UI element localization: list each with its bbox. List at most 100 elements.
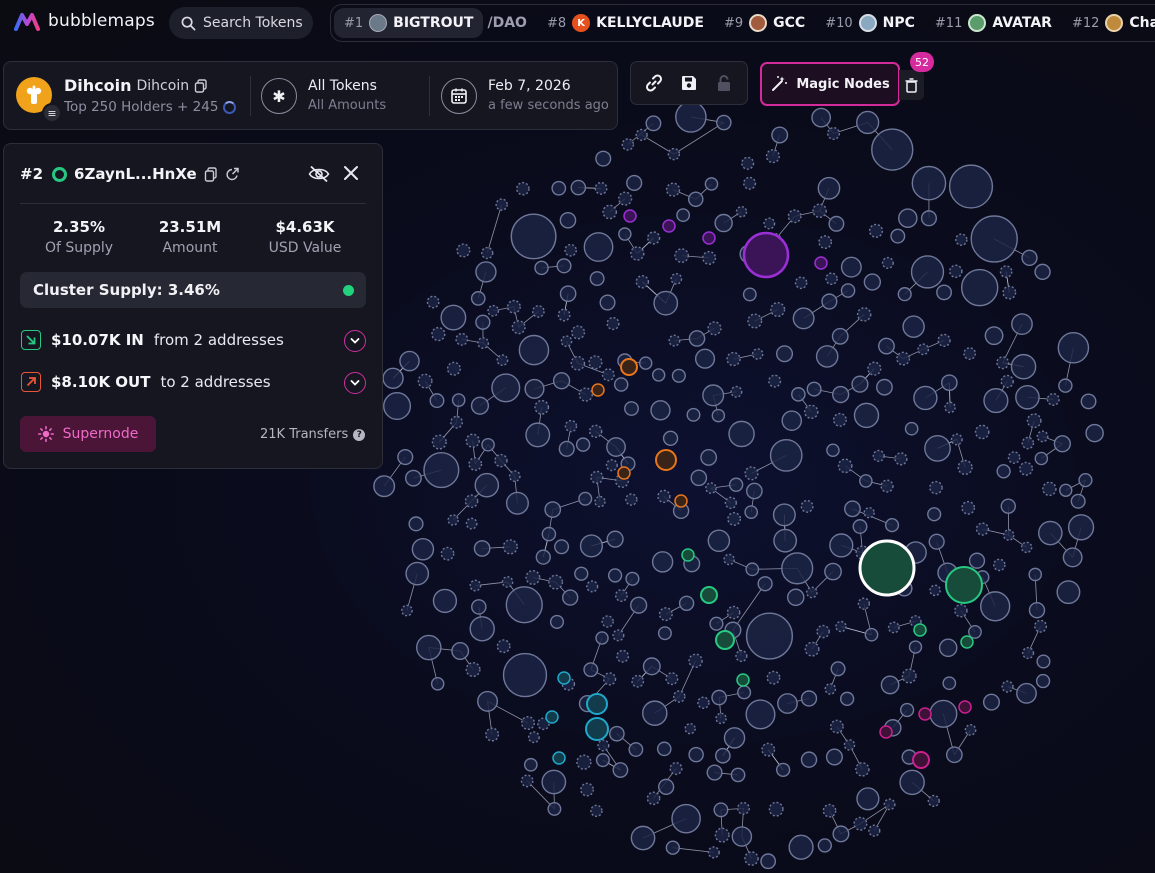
holder-bubble[interactable] bbox=[872, 449, 885, 463]
holder-bubble[interactable] bbox=[557, 308, 571, 322]
holder-bubble[interactable] bbox=[970, 215, 1018, 263]
holder-bubble[interactable] bbox=[728, 477, 744, 492]
holder-bubble[interactable] bbox=[426, 295, 440, 309]
holder-bubble[interactable] bbox=[1046, 392, 1060, 406]
cluster-supply-row[interactable]: Cluster Supply: 3.46% bbox=[20, 272, 366, 308]
holder-bubble[interactable] bbox=[948, 164, 994, 209]
holder-bubble[interactable] bbox=[726, 605, 741, 620]
holder-bubble[interactable] bbox=[411, 537, 435, 561]
holder-bubble[interactable] bbox=[383, 391, 412, 421]
cluster-bubble[interactable] bbox=[814, 256, 828, 270]
holder-bubble[interactable] bbox=[927, 794, 940, 808]
holder-bubble[interactable] bbox=[547, 802, 562, 816]
holder-bubble[interactable] bbox=[645, 115, 662, 132]
holder-bubble[interactable] bbox=[495, 198, 508, 211]
holder-bubble[interactable] bbox=[397, 448, 414, 466]
cluster-bubble[interactable] bbox=[700, 586, 718, 604]
holder-bubble[interactable] bbox=[613, 377, 629, 392]
holder-bubble[interactable] bbox=[829, 719, 844, 734]
holder-bubble[interactable] bbox=[1021, 436, 1035, 450]
holder-bubble[interactable] bbox=[773, 528, 798, 553]
holder-bubble[interactable] bbox=[955, 233, 968, 246]
holder-bubble[interactable] bbox=[552, 372, 571, 390]
holder-bubble[interactable] bbox=[559, 285, 577, 303]
holder-bubble[interactable] bbox=[911, 165, 947, 201]
ticker-item-kellyclaude[interactable]: #8 K KELLYCLAUDE bbox=[537, 8, 714, 38]
holder-bubble[interactable] bbox=[961, 500, 976, 515]
holder-bubble[interactable] bbox=[590, 804, 603, 818]
holder-bubble[interactable] bbox=[830, 661, 846, 677]
cluster-bubble[interactable] bbox=[585, 717, 609, 741]
holder-bubble[interactable] bbox=[450, 415, 464, 429]
holder-bubble[interactable] bbox=[800, 751, 818, 768]
holder-bubble[interactable] bbox=[590, 470, 604, 484]
holder-bubble[interactable] bbox=[674, 248, 690, 263]
holder-bubble[interactable] bbox=[766, 670, 781, 685]
holder-bubble[interactable] bbox=[1042, 481, 1057, 497]
holder-bubble[interactable] bbox=[525, 422, 551, 448]
holder-bubble[interactable] bbox=[535, 549, 551, 565]
holder-bubble[interactable] bbox=[1028, 601, 1046, 619]
holder-bubble[interactable] bbox=[423, 451, 460, 489]
holder-bubble[interactable] bbox=[904, 421, 919, 436]
holder-bubble[interactable] bbox=[745, 612, 794, 660]
holder-bubble[interactable] bbox=[496, 639, 511, 654]
holder-bubble[interactable] bbox=[1067, 514, 1095, 541]
holder-bubble[interactable] bbox=[657, 489, 671, 504]
holder-bubble[interactable] bbox=[447, 514, 459, 526]
holder-bubble[interactable] bbox=[570, 355, 586, 371]
holder-bubble[interactable] bbox=[840, 283, 856, 298]
holder-bubble[interactable] bbox=[867, 361, 882, 376]
holder-bubble[interactable] bbox=[898, 208, 918, 228]
outflow-row[interactable]: $8.10K OUT to 2 addresses bbox=[21, 372, 271, 392]
holder-bubble[interactable] bbox=[1021, 646, 1035, 660]
holder-bubble[interactable] bbox=[999, 265, 1013, 279]
holder-bubble[interactable] bbox=[554, 539, 570, 555]
copy-icon[interactable] bbox=[204, 166, 218, 182]
holder-bubble[interactable] bbox=[714, 747, 731, 764]
holder-bubble[interactable] bbox=[716, 114, 732, 131]
holder-bubble[interactable] bbox=[523, 757, 538, 772]
holder-bubble[interactable] bbox=[676, 208, 691, 223]
holder-bubble[interactable] bbox=[687, 191, 704, 208]
holder-bubble[interactable] bbox=[571, 325, 586, 340]
holder-bubble[interactable] bbox=[942, 676, 957, 691]
holder-bubble[interactable] bbox=[475, 314, 491, 330]
holder-bubble[interactable] bbox=[1010, 353, 1037, 380]
holder-bubble[interactable] bbox=[938, 638, 958, 658]
holder-bubble[interactable] bbox=[630, 825, 656, 851]
holder-bubble[interactable] bbox=[599, 294, 616, 311]
ticker-item-dao[interactable]: /DAO bbox=[483, 8, 536, 38]
magic-nodes-button[interactable]: Magic Nodes bbox=[760, 62, 900, 106]
holder-bubble[interactable] bbox=[811, 107, 832, 128]
cluster-bubble[interactable] bbox=[912, 751, 930, 769]
holder-bubble[interactable] bbox=[791, 387, 806, 402]
holder-bubble[interactable] bbox=[579, 534, 604, 558]
holder-bubble[interactable] bbox=[1000, 374, 1014, 389]
holder-bubble[interactable] bbox=[614, 589, 628, 602]
holder-bubble[interactable] bbox=[816, 624, 830, 639]
holder-bubble[interactable] bbox=[757, 576, 773, 592]
holder-bubble[interactable] bbox=[628, 742, 644, 757]
holder-bubble[interactable] bbox=[625, 571, 640, 586]
holder-bubble[interactable] bbox=[751, 348, 764, 360]
holder-bubble[interactable] bbox=[465, 433, 480, 448]
holder-bubble[interactable] bbox=[1021, 249, 1038, 266]
holder-bubble[interactable] bbox=[723, 553, 735, 566]
holder-bubble[interactable] bbox=[602, 204, 618, 220]
holder-bubble[interactable] bbox=[711, 408, 726, 423]
holder-bubble[interactable] bbox=[837, 458, 853, 474]
holder-bubble[interactable] bbox=[745, 482, 763, 500]
link-icon[interactable] bbox=[639, 68, 669, 98]
holder-bubble[interactable] bbox=[713, 802, 729, 818]
holder-bubble[interactable] bbox=[665, 182, 681, 197]
holder-bubble[interactable] bbox=[595, 631, 609, 645]
holder-bubble[interactable] bbox=[657, 626, 672, 641]
holder-bubble[interactable] bbox=[927, 507, 942, 522]
filter-main[interactable]: All Tokens bbox=[308, 78, 377, 94]
holder-bubble[interactable] bbox=[621, 138, 635, 151]
holder-bubble[interactable] bbox=[656, 741, 672, 757]
holder-bubble[interactable] bbox=[668, 334, 681, 347]
holder-bubble[interactable] bbox=[595, 150, 612, 167]
holder-bubble[interactable] bbox=[474, 472, 500, 498]
